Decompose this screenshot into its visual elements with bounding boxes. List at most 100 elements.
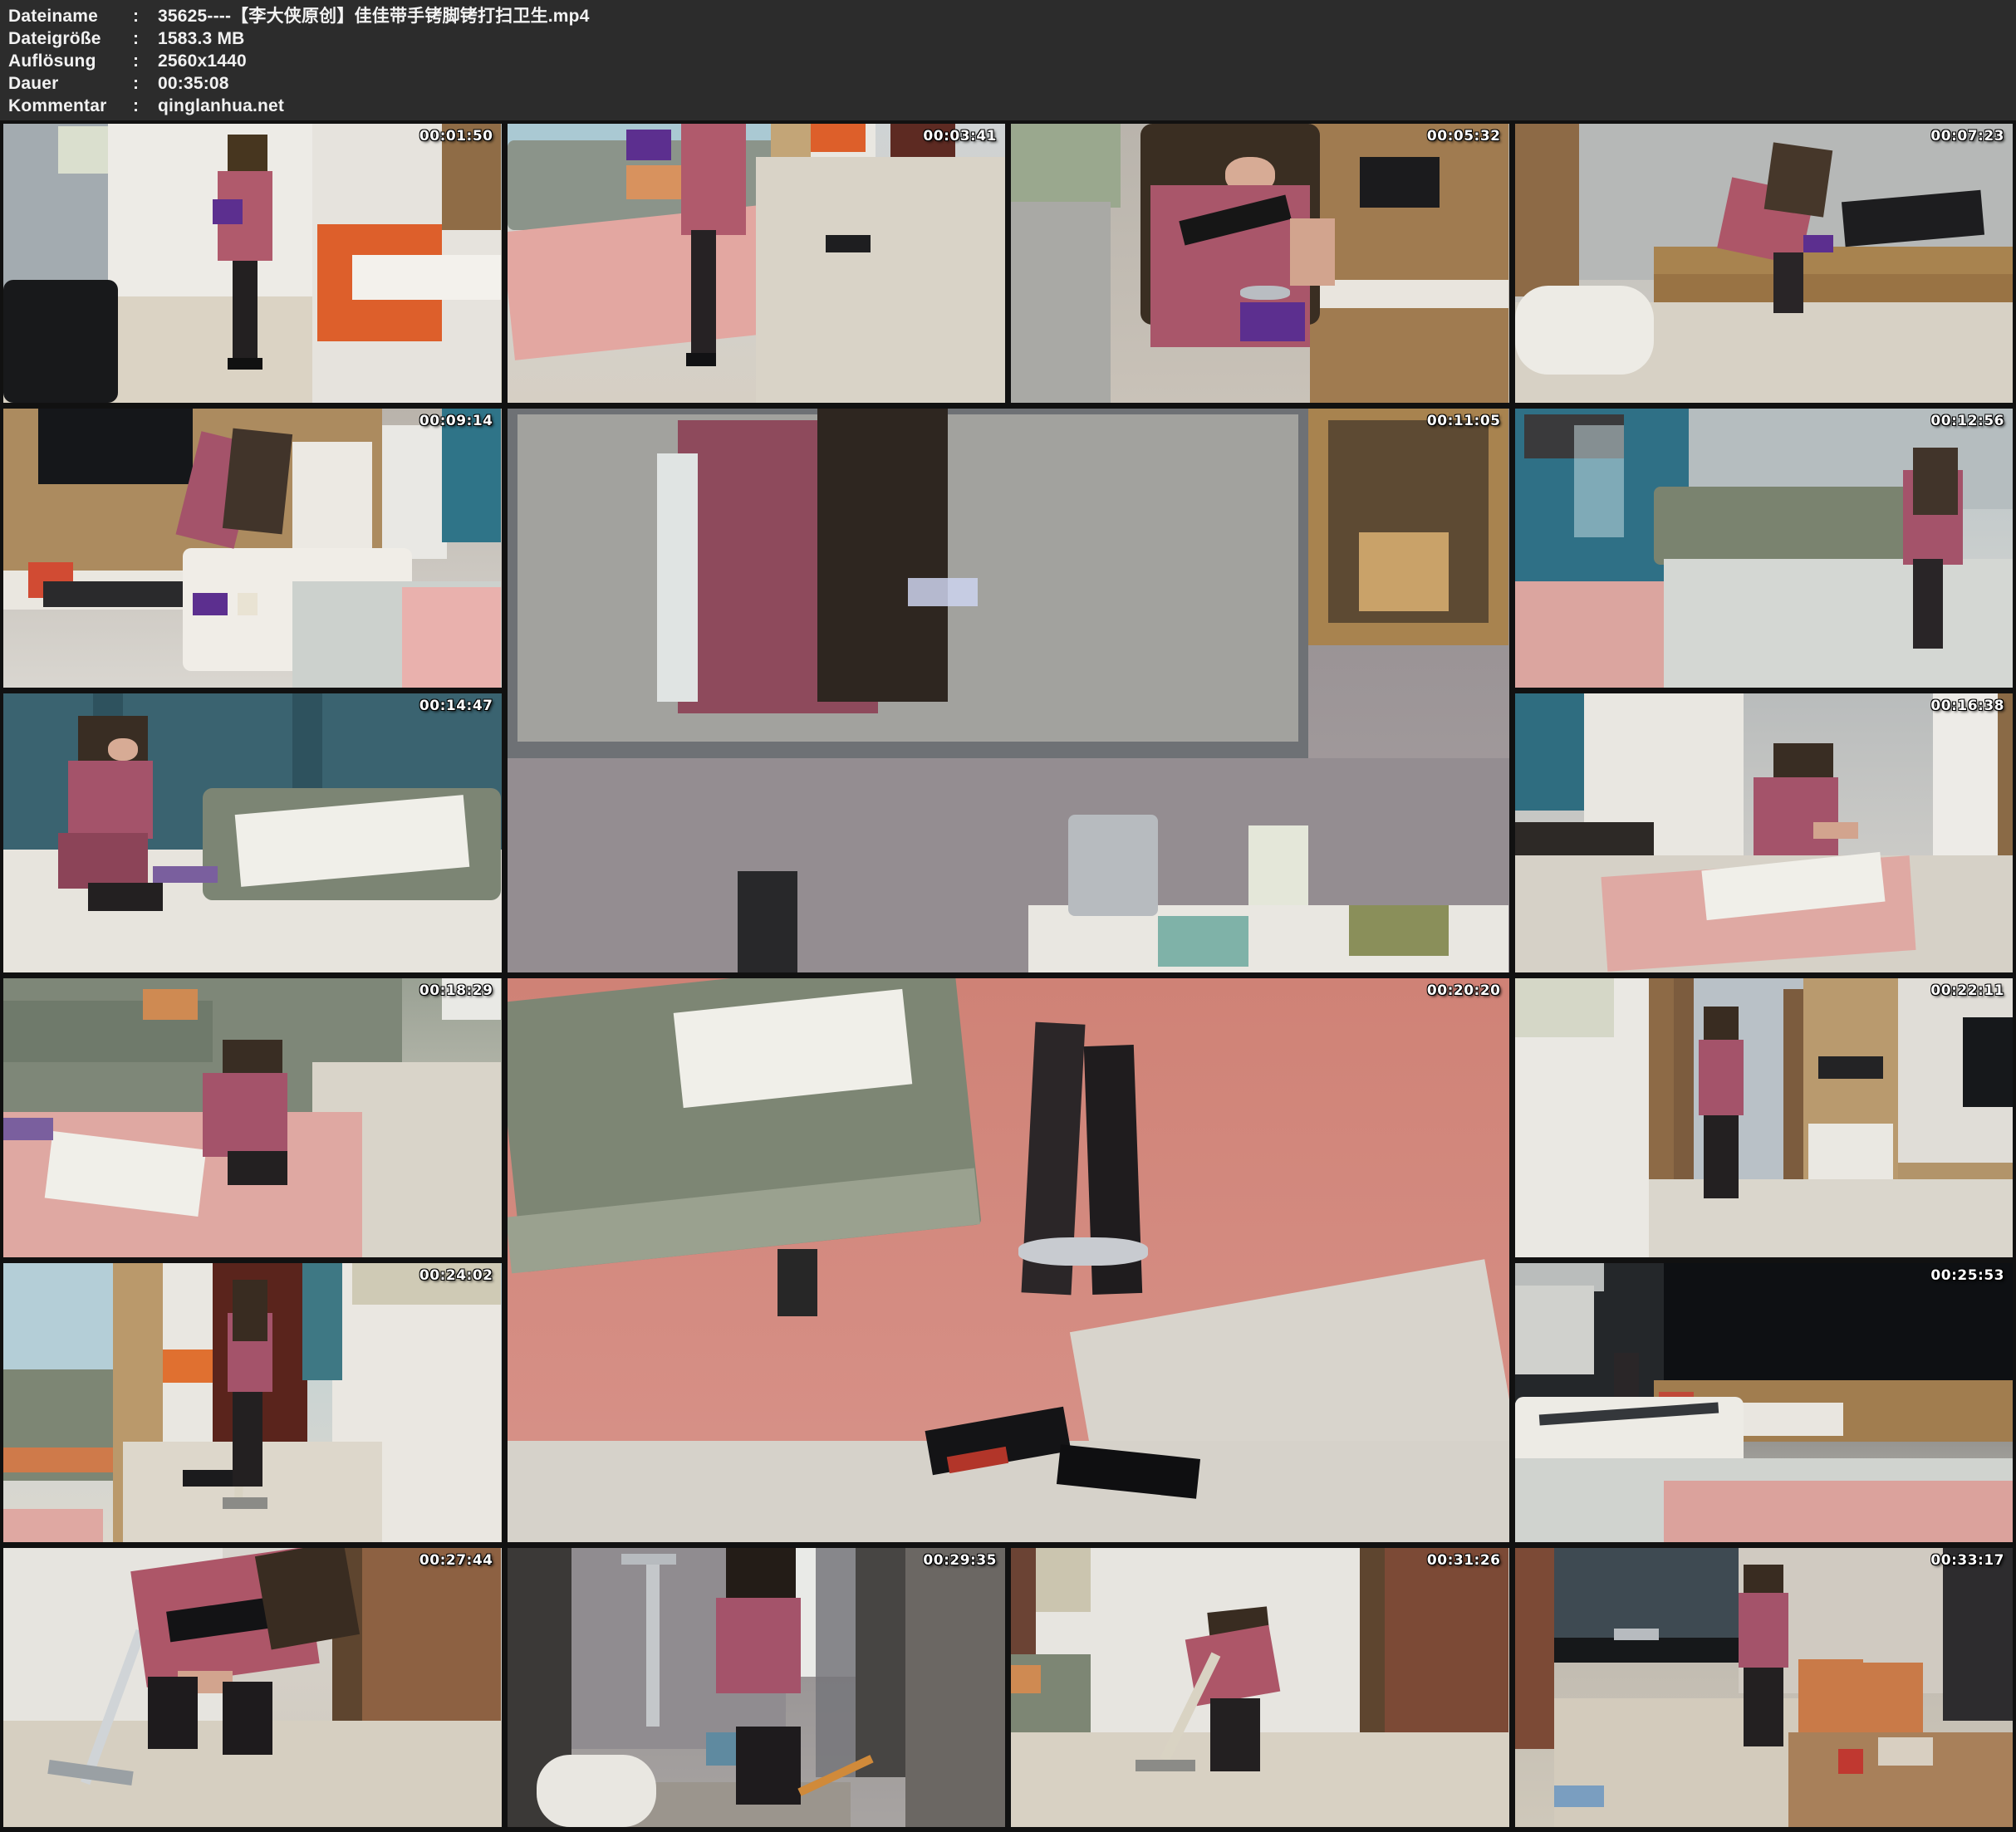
timestamp-overlay: 00:18:29 [419,982,493,999]
floor [93,296,327,403]
toilet [537,1755,656,1827]
video-thumbnail: 00:09:14 [3,409,502,688]
video-thumbnail: 00:12:56 [1515,409,2014,688]
door-frame [856,1548,905,1777]
timestamp-overlay: 00:01:50 [419,128,493,145]
wall-right [905,1548,1005,1827]
soap-dish [1158,916,1248,967]
sink [1614,1629,1659,1639]
person-figure [716,1598,801,1692]
stockings [1913,559,1943,649]
stocking-leg [223,1682,272,1754]
meta-colon: : [133,27,158,50]
shower-pole [646,1559,660,1727]
timestamp-overlay: 00:27:44 [419,1552,493,1569]
shelf-items [1818,1056,1883,1079]
arm [1813,822,1858,839]
timestamp-overlay: 00:29:35 [923,1552,997,1569]
ac-unit [382,425,447,559]
hair [1764,142,1832,217]
heel [686,353,716,367]
window-dark [1943,1548,2013,1721]
video-thumbnail: 00:07:23 [1515,124,2014,403]
stockings [1773,252,1803,314]
chair [1863,1663,1923,1732]
meta-label: Kommentar [8,95,133,117]
floor [1664,559,2013,688]
hair [1913,448,1958,515]
meta-colon: : [133,5,158,27]
mop-head [223,1497,267,1508]
timestamp-overlay: 00:31:26 [1427,1552,1501,1569]
door-left [1515,1548,1555,1749]
orange-niche [811,124,866,152]
video-thumbnail: 00:29:35 [508,1548,1006,1827]
counter [352,255,502,300]
window-glow [1574,425,1624,536]
meta-colon: : [133,95,158,117]
ac-unit [1933,693,2008,866]
door-frame [1674,978,1694,1179]
floor [756,157,1005,403]
hair [255,1548,360,1650]
stocking-leg [148,1677,198,1749]
meta-row: Dauer:00:35:08 [8,72,2016,95]
orange-cushion [143,989,198,1020]
video-thumbnail: 00:05:32 [1011,124,1509,403]
timestamp-overlay: 00:09:14 [419,413,493,429]
person-figure [1699,1040,1744,1115]
purple-cloth [626,130,671,160]
floor [1011,1732,1509,1827]
skirt [58,833,148,889]
painting [1515,978,1615,1037]
shelf-dark [43,581,193,606]
counter [1554,1638,1739,1663]
person-figure [681,124,746,235]
meta-label: Dauer [8,72,133,95]
meta-row: Auflösung:2560x1440 [8,50,2016,72]
shelf-white [1310,280,1509,308]
jacket [3,280,118,403]
person-figure [1754,777,1838,855]
arm [1290,218,1335,286]
bathroom-glimpse [302,1263,342,1380]
video-thumbnail: 00:33:17 [1515,1548,2014,1827]
stockings [88,883,163,911]
door-frame [1783,989,1803,1178]
video-thumbnail: 00:01:50 [3,124,502,403]
sofa [1654,487,1923,565]
orange-cushion [1011,1665,1041,1693]
pink-rug [1664,1481,2013,1542]
file-info-header: Dateiname:35625----【李大侠原创】佳佳带手铐脚铐打扫卫生.mp… [0,0,2016,120]
door [362,1548,502,1749]
stockings [1614,1353,1639,1403]
chair [1798,1659,1863,1735]
meta-colon: : [133,72,158,95]
boxes [1359,532,1449,611]
cup [238,593,258,615]
speaker [1360,157,1440,207]
hair [233,1280,267,1341]
video-thumbnail: 00:03:41 [508,124,1006,403]
wardrobe-left [1515,124,1580,296]
video-thumbnail: 00:22:11 [1515,978,2014,1257]
meta-value: 35625----【李大侠原创】佳佳带手铐脚铐打扫卫生.mp4 [158,5,590,27]
meta-value: 1583.3 MB [158,27,245,50]
shoes [826,235,871,252]
tv [1963,1017,2013,1107]
timestamp-overlay: 00:03:41 [923,128,997,145]
timestamp-overlay: 00:22:11 [1930,982,2004,999]
meta-row: Dateigröße:1583.3 MB [8,27,2016,50]
timestamp-overlay: 00:33:17 [1930,1552,2004,1569]
timestamp-overlay: 00:16:38 [1930,698,2004,714]
meta-row: Kommentar:qinglanhua.net [8,95,2016,117]
stockings [1704,1115,1739,1199]
timestamp-overlay: 00:20:20 [1427,982,1501,999]
stockings [1210,1698,1260,1771]
wall-left [1515,1286,1595,1375]
person-figure [1739,1593,1788,1668]
coffee-table [1515,286,1655,375]
timestamp-overlay: 00:07:23 [1930,128,2004,145]
red-cup [1838,1749,1863,1774]
person-figure [203,1073,287,1157]
